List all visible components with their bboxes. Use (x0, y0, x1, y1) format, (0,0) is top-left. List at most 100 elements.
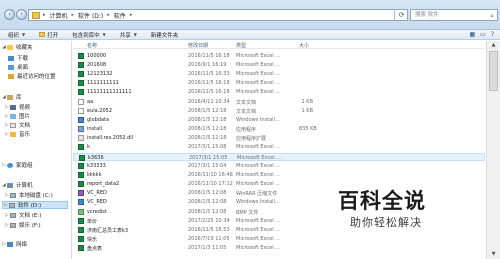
file-type: Microsoft Excel ... (236, 245, 280, 251)
file-name: k33333 (87, 163, 106, 169)
table-row[interactable]: k33333 2017/3/1 15:04 Microsoft Excel ... (73, 162, 485, 170)
table-row[interactable]: kkkkk 2016/11/10 16:48 Microsoft Excel ... (73, 171, 485, 179)
sidebar-item-favorites[interactable]: ◢ 收藏夹 (1, 43, 33, 51)
file-date: 2008/1/5 12:18 (188, 135, 227, 141)
sidebar-item-drive-d[interactable]: ▷ 软件 (D:) (2, 201, 68, 209)
column-header-type[interactable]: 类型 (236, 42, 246, 49)
sidebar-item-label: 文档 (19, 123, 31, 129)
sidebar-item-label: 计算机 (16, 183, 33, 189)
refresh-button[interactable]: ⟳ (394, 9, 408, 21)
file-name: report_data2 (87, 181, 120, 187)
sidebar-item-music[interactable]: ▷ 音乐 (4, 130, 30, 138)
new-folder-button[interactable]: 新建文件夹 (151, 31, 179, 39)
file-date: 2016/11/5 16:53 (188, 227, 230, 233)
sidebar-item-desktop[interactable]: 桌面 (8, 63, 28, 71)
sidebar-item-label: 最近访问的位置 (17, 74, 56, 80)
file-date: 2016/11/10 17:12 (188, 181, 233, 187)
watermark: 百科全说 助你轻松解决 (338, 185, 478, 233)
table-row[interactable]: k 2017/3/1 15:08 Microsoft Excel ... (73, 143, 485, 151)
dll-icon (78, 135, 84, 141)
share-label: 共享 (119, 32, 131, 39)
view-options-icon[interactable]: ▦ (469, 31, 475, 38)
file-date: 2008/1/5 12:18 (188, 108, 227, 114)
sidebar-item-label: 图片 (19, 114, 31, 120)
library-icon (7, 94, 13, 100)
file-type: 文本文档 (236, 100, 257, 106)
sidebar-item-network[interactable]: ▷ 网络 (1, 240, 27, 248)
star-icon (7, 44, 13, 50)
sidebar-item-videos[interactable]: ▷ 视频 (4, 103, 30, 111)
back-button[interactable]: ‹ (4, 9, 15, 20)
file-date: 2016/11/5 16:18 (188, 89, 230, 95)
address-field[interactable]: ▸ 计算机 ▸ 软件 (D:) ▸ 软件 ▸ (28, 9, 408, 21)
file-name: VC_RED (87, 199, 107, 205)
scroll-up-arrow-icon[interactable]: ▲ (487, 41, 500, 50)
folder-icon (32, 12, 40, 19)
file-name: 济南汇总员工表k3 (87, 228, 129, 234)
table-row[interactable]: install 2008/1/5 12:18 应用程序 835 KB (73, 125, 485, 133)
column-header-date[interactable]: 修改日期 (188, 42, 208, 49)
file-name: k (87, 144, 90, 150)
file-type: 应用程序扩展 (236, 136, 267, 142)
file-size: 835 KB (299, 126, 317, 132)
excel-icon (78, 181, 84, 187)
table-row[interactable]: 100000 2016/11/5 16:18 Microsoft Excel ... (73, 52, 485, 60)
table-row[interactable]: 盘点表 2017/1/3 11:05 Microsoft Excel ... (73, 244, 485, 252)
vertical-scrollbar[interactable]: ▲ ▼ (486, 41, 500, 259)
music-library-icon (10, 131, 16, 137)
file-date: 2017/1/3 11:05 (188, 245, 227, 251)
sidebar-item-label: 软件 (D:) (18, 203, 42, 209)
sidebar-item-downloads[interactable]: 下载 (8, 54, 28, 62)
organize-menu[interactable]: 组织 ▼ (8, 31, 25, 39)
excel-icon (78, 163, 84, 169)
file-date: 2008/1/5 12:08 (188, 190, 227, 196)
file-date: 2017/2/25 10:34 (188, 218, 230, 224)
sidebar-item-computer[interactable]: ◢ 计算机 (1, 181, 33, 189)
sidebar-item-recent-places[interactable]: 最近访问的位置 (8, 72, 56, 80)
sidebar-item-pictures[interactable]: ▷ 图片 (4, 112, 30, 120)
table-row[interactable]: globdata 2008/1/5 12:18 Windows Install... (73, 116, 485, 124)
sidebar-item-libraries[interactable]: ◢ 库 (1, 93, 22, 101)
excel-icon (78, 89, 84, 95)
sidebar-item-label: 本地磁盘 (C:) (19, 193, 53, 199)
breadcrumb-software[interactable]: 软件 (114, 11, 126, 20)
hard-drive-icon (10, 212, 16, 218)
scroll-down-arrow-icon[interactable]: ▼ (487, 250, 500, 259)
sidebar-item-drive-c[interactable]: ▷ 本地磁盘 (C:) (4, 191, 53, 199)
help-icon[interactable]: ? (491, 31, 494, 38)
table-row[interactable]: 快乐 2016/7/19 11:05 Microsoft Excel ... (73, 235, 485, 243)
open-button[interactable]: 打开 (39, 31, 58, 39)
breadcrumb-separator: ▸ (107, 12, 110, 18)
column-headers: 名称 修改日期 类型 大小 (73, 41, 485, 49)
table-row[interactable]: 12123132 2016/11/5 16:33 Microsoft Excel .… (73, 70, 485, 78)
table-row[interactable]: 1111111111 2016/11/5 16:18 Microsoft Excel… (73, 79, 485, 87)
sidebar-item-drive-e[interactable]: ▷ 文档 (E:) (4, 211, 41, 219)
file-size: 1 KB (301, 108, 313, 114)
table-row-selected[interactable]: k3636 2017/3/1 15:05 Microsoft Excel ... (73, 153, 485, 161)
share-menu[interactable]: 共享 ▼ (120, 31, 137, 39)
breadcrumb-computer[interactable]: 计算机 (50, 11, 68, 20)
table-row[interactable]: eula.2052 2008/1/5 12:18 文本文档 1 KB (73, 107, 485, 115)
breadcrumb-drive-d[interactable]: 软件 (D:) (78, 11, 103, 20)
table-row[interactable]: aa 2016/4/11 10:34 文本文档 1 KB (73, 98, 485, 106)
preview-pane-icon[interactable]: ▭ (480, 31, 486, 38)
table-row[interactable]: install.res.2052.dll 2008/1/5 12:18 应用程序扩展 (73, 134, 485, 142)
desktop-icon (8, 64, 14, 70)
file-date: 2016/11/5 16:33 (188, 71, 230, 77)
scrollbar-thumb[interactable] (489, 51, 498, 91)
file-type: Microsoft Excel ... (237, 155, 281, 161)
sidebar-item-drive-f[interactable]: ▷ 娱乐 (F:) (4, 221, 41, 229)
file-date: 2016/11/5 16:18 (188, 53, 230, 59)
hard-drive-icon (9, 202, 15, 208)
forward-button[interactable]: › (16, 9, 27, 20)
sidebar-item-documents[interactable]: ▷ 文档 (4, 121, 30, 129)
breadcrumb-separator: ▸ (129, 12, 133, 18)
column-header-name[interactable]: 名称 (87, 42, 97, 49)
table-row[interactable]: 201608 2016/9/1 16:19 Microsoft Excel ... (73, 61, 485, 69)
column-header-size[interactable]: 大小 (299, 42, 309, 49)
sidebar-item-homegroup[interactable]: ▷ 家庭组 (1, 161, 33, 169)
video-library-icon (10, 104, 16, 110)
table-row[interactable]: 11111111111111 2016/11/5 16:18 Microsoft E… (73, 88, 485, 96)
search-input[interactable]: 搜索 软件 ⌕ (410, 9, 498, 21)
include-in-library-menu[interactable]: 包含到库中 ▼ (72, 31, 106, 39)
